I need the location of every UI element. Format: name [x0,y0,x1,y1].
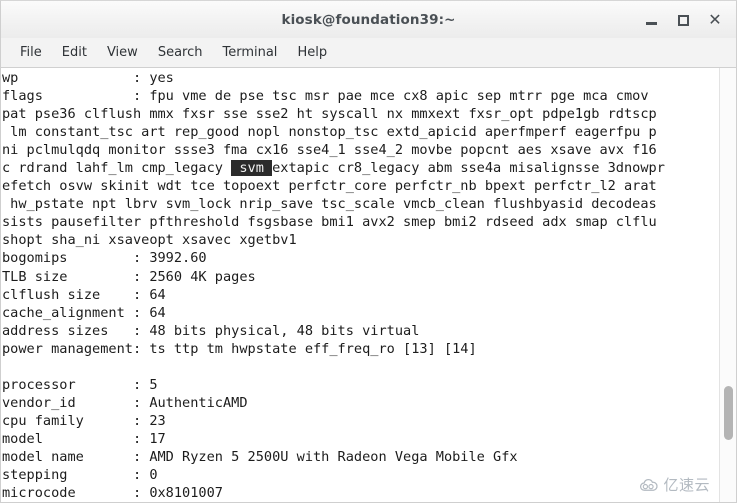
terminal-line: pat pse36 clflush mmx fxsr sse sse2 ht s… [2,105,719,123]
terminal-line: efetch osvw skinit wdt tce topoext perfc… [2,177,719,195]
terminal-text-run: power management: ts ttp tm hwpstate eff… [2,340,477,357]
window-titlebar: kiosk@foundation39:~ ✕ [0,0,737,38]
terminal-text-run: ni pclmulqdq monitor ssse3 fma cx16 sse4… [2,142,657,159]
terminal-text-run: bogomips : 3992.60 [2,250,207,267]
terminal-text-run: TLB size : 2560 4K pages [2,268,256,285]
terminal-line: bogomips : 3992.60 [2,249,719,267]
close-icon: ✕ [708,10,722,29]
terminal-text-run: vendor_id : AuthenticAMD [2,394,248,411]
terminal-line: sists pausefilter pfthreshold fsgsbase b… [2,213,719,231]
maximize-icon [677,14,689,26]
terminal-text-run: hw_pstate npt lbrv svm_lock nrip_save ts… [2,196,657,213]
terminal-text-run: efetch osvw skinit wdt tce topoext perfc… [2,178,657,195]
terminal-line: cache_alignment : 64 [2,304,719,322]
menu-item-file[interactable]: File [10,42,52,63]
terminal-text-run: flags : fpu vme de pse tsc msr pae mce c… [2,88,649,105]
terminal-line: microcode : 0x8101007 [2,484,719,502]
terminal-text-run: pat pse36 clflush mmx fxsr sse sse2 ht s… [2,106,657,123]
terminal-text-run: cache_alignment : 64 [2,304,166,321]
terminal-text-run: clflush size : 64 [2,286,166,303]
terminal-text-run: model name : AMD Ryzen 5 2500U with Rade… [2,448,518,465]
terminal-text-run: extapic cr8_legacy abm sse4a misalignsse… [272,160,665,177]
terminal-line: cpu family : 23 [2,412,719,430]
minimize-button[interactable] [636,5,666,35]
terminal-line: flags : fpu vme de pse tsc msr pae mce c… [2,87,719,105]
terminal-line: vendor_id : AuthenticAMD [2,394,719,412]
terminal-line: model : 17 [2,430,719,448]
search-highlight: svm [231,160,273,177]
terminal-line: stepping : 0 [2,466,719,484]
terminal-line: c rdrand lahf_lm cmp_legacy svm extapic … [2,159,719,177]
terminal-scrollbar[interactable] [719,68,736,502]
terminal-text-run: address sizes : 48 bits physical, 48 bit… [2,322,420,339]
close-button[interactable]: ✕ [700,5,730,35]
terminal-text-run: c rdrand lahf_lm cmp_legacy [2,160,232,177]
terminal-line: power management: ts ttp tm hwpstate eff… [2,340,719,358]
terminal-line: ni pclmulqdq monitor ssse3 fma cx16 sse4… [2,141,719,159]
terminal-text-run: wp : yes [2,70,174,86]
minimize-icon [645,22,657,25]
terminal-text-run: processor : 5 [2,376,158,393]
terminal-text-run: model : 17 [2,430,166,447]
terminal-text-run: microcode : 0x8101007 [2,485,223,502]
window-controls: ✕ [636,1,730,39]
terminal-line: wp : yes [2,69,719,87]
terminal-line: model name : AMD Ryzen 5 2500U with Rade… [2,448,719,466]
terminal-line: hw_pstate npt lbrv svm_lock nrip_save ts… [2,195,719,213]
scrollbar-thumb[interactable] [724,386,733,440]
terminal-window: kiosk@foundation39:~ ✕ File Edit View Se… [0,0,737,503]
terminal-area[interactable]: wp : yes flags : fpu vme de pse tsc msr p… [0,68,737,503]
menu-item-help[interactable]: Help [287,42,337,63]
terminal-text-run: lm constant_tsc art rep_good nopl nonsto… [2,124,657,141]
terminal-line: address sizes : 48 bits physical, 48 bit… [2,322,719,340]
terminal-output[interactable]: wp : yes flags : fpu vme de pse tsc msr p… [1,68,719,502]
terminal-text-run: sists pausefilter pfthreshold fsgsbase b… [2,214,657,231]
terminal-text-run: shopt sha_ni xsaveopt xsavec xgetbv1 [2,232,297,249]
terminal-text-run: stepping : 0 [2,467,158,484]
maximize-button[interactable] [668,5,698,35]
terminal-line: shopt sha_ni xsaveopt xsavec xgetbv1 [2,231,719,249]
terminal-line: lm constant_tsc art rep_good nopl nonsto… [2,123,719,141]
terminal-text-run: cpu family : 23 [2,412,166,429]
menu-item-search[interactable]: Search [148,42,213,63]
terminal-line: processor : 5 [2,376,719,394]
menu-item-edit[interactable]: Edit [52,42,97,63]
window-title: kiosk@foundation39:~ [281,11,456,28]
terminal-line: TLB size : 2560 4K pages [2,268,719,286]
menu-item-view[interactable]: View [97,42,148,63]
menubar: File Edit View Search Terminal Help [0,38,737,68]
menu-item-terminal[interactable]: Terminal [212,42,287,63]
terminal-line: clflush size : 64 [2,286,719,304]
